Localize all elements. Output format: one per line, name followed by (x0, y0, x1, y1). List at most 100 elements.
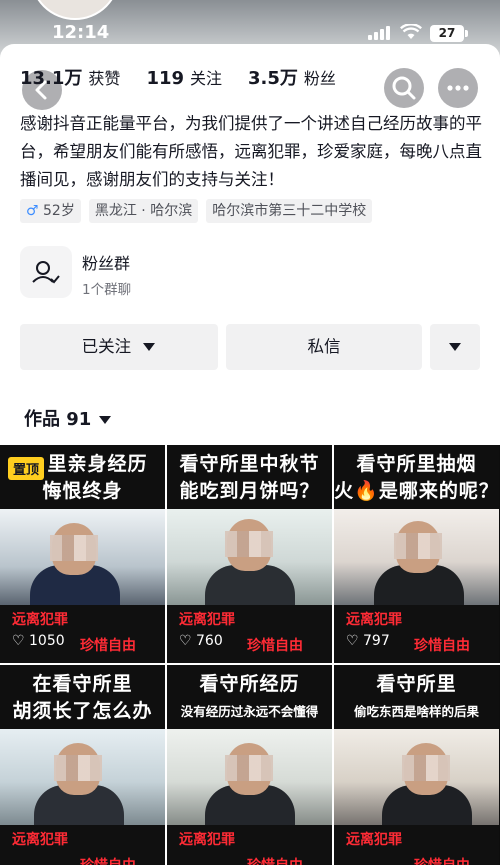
following-count[interactable]: 119 (146, 68, 184, 89)
male-icon: ♂ (26, 203, 39, 219)
video-footer: 远离犯罪 珍惜自由 (0, 825, 165, 865)
video-footer: 远离犯罪 珍惜自由 (334, 825, 499, 865)
video-footer: 远离犯罪 珍惜自由 ♡ 797 (334, 605, 499, 663)
face-mosaic (402, 755, 450, 781)
video-thumbnail[interactable]: 看守所里 偷吃东西是啥样的后果 远离犯罪 珍惜自由 (334, 665, 500, 865)
face-mosaic (50, 535, 98, 561)
person-figure (205, 565, 295, 605)
status-bar: 12:14 27 (0, 0, 500, 44)
video-thumbnail[interactable]: 在看守所里 胡须长了怎么办 远离犯罪 珍惜自由 (0, 665, 165, 865)
search-icon (392, 76, 416, 100)
caption-line: 在看守所里 (32, 673, 133, 695)
overlay-text: 远离犯罪 (12, 832, 68, 848)
school-tag[interactable]: 哈尔滨市第三十二中学校 (206, 199, 373, 223)
like-count: ♡ 760 (179, 633, 223, 649)
like-count: ♡ 797 (346, 633, 390, 649)
face-mosaic (225, 755, 273, 781)
profile-tags: ♂ 52岁 黑龙江 · 哈尔滨 哈尔滨市第三十二中学校 (20, 199, 373, 223)
heart-icon: ♡ (346, 633, 359, 649)
caption-line: 看守所里中秋节 (179, 453, 320, 475)
overlay-text: 远离犯罪 (346, 832, 402, 848)
like-value: 760 (196, 633, 223, 649)
fan-group-title: 粉丝群 (82, 254, 131, 273)
video-footer: 远离犯罪 珍惜自由 ♡ 1050 (0, 605, 165, 663)
overlay-text: 珍惜自由 (414, 855, 470, 865)
message-button[interactable]: 私信 (226, 324, 422, 370)
caption-line: 火🔥是哪来的呢？ (334, 480, 499, 502)
followers-count[interactable]: 3.5万 (248, 64, 298, 90)
overlay-text: 远离犯罪 (346, 612, 402, 628)
works-tab[interactable]: 作品 91 (24, 405, 112, 431)
face-mosaic (54, 755, 102, 781)
heart-icon: ♡ (12, 633, 25, 649)
works-count: 91 (66, 409, 92, 430)
like-value: 797 (363, 633, 390, 649)
pinned-badge: 置顶 (8, 457, 45, 480)
face-mosaic (394, 533, 442, 559)
action-bar: 已关注 私信 (20, 324, 480, 370)
works-label: 作品 (24, 409, 60, 430)
wifi-icon (399, 23, 423, 44)
caption-line: 胡须长了怎么办 (12, 700, 153, 722)
like-value: 1050 (29, 633, 65, 649)
overlay-text: 远离犯罪 (179, 612, 235, 628)
like-count: ♡ 1050 (12, 633, 65, 649)
likes-count: 13.1万 (20, 68, 83, 89)
caption-line: 能吃到月饼吗？ (179, 480, 320, 502)
location-tag: 黑龙江 · 哈尔滨 (88, 199, 199, 223)
fan-group-subtitle: 1个群聊 (82, 282, 132, 298)
caption-line: 悔恨终身 (42, 480, 123, 502)
group-icon (20, 246, 72, 298)
video-caption: 看守所里抽烟 火🔥是哪来的呢？ (334, 445, 499, 509)
caption-line: 看守所里 (376, 673, 457, 695)
overlay-text: 珍惜自由 (80, 638, 136, 654)
more-button[interactable] (438, 68, 478, 108)
video-thumbnail[interactable]: 看守所里中秋节 能吃到月饼吗？ 远离犯罪 珍惜自由 ♡ 760 (167, 445, 332, 663)
profile-bio: 感谢抖音正能量平台，为我们提供了一个讲述自己经历故事的平台，希望朋友们能有所感悟… (20, 114, 482, 189)
video-footer: 远离犯罪 珍惜自由 ♡ 760 (167, 605, 332, 663)
following-button[interactable]: 已关注 (20, 324, 218, 370)
caret-down-icon (449, 343, 461, 351)
video-frame (167, 729, 332, 825)
followers-label[interactable]: 粉丝 (304, 65, 336, 89)
caption-line: 看守所里抽烟 (356, 453, 477, 475)
likes-label: 获赞 (88, 69, 121, 88)
battery-indicator: 27 (430, 25, 468, 42)
fan-group-entry[interactable]: 粉丝群 1个群聊 (20, 246, 320, 300)
overlay-text: 珍惜自由 (80, 855, 136, 865)
status-time: 12:14 (52, 22, 110, 43)
video-caption: 在看守所里 胡须长了怎么办 (0, 665, 165, 729)
video-frame (334, 509, 499, 605)
video-caption: 看守所里中秋节 能吃到月饼吗？ (167, 445, 332, 509)
video-caption: 看守所经历 没有经历过永远不会懂得 (167, 665, 332, 729)
caption-line: 偷吃东西是啥样的后果 (353, 704, 479, 719)
heart-icon: ♡ (179, 633, 192, 649)
video-footer: 远离犯罪 珍惜自由 (167, 825, 332, 865)
more-dots-icon (447, 85, 469, 91)
overlay-text: 珍惜自由 (247, 855, 303, 865)
video-frame (167, 509, 332, 605)
video-frame (334, 729, 499, 825)
profile-stats: 13.1万 获赞 119 关注 3.5万 粉丝 (20, 64, 362, 90)
video-thumbnail[interactable]: 里亲身经历 悔恨终身 置顶 远离犯罪 珍惜自由 ♡ 1050 (0, 445, 165, 663)
caret-down-icon (98, 416, 111, 424)
search-button[interactable] (384, 68, 424, 108)
following-label[interactable]: 关注 (190, 65, 222, 89)
face-mosaic (225, 531, 273, 557)
overlay-text: 珍惜自由 (414, 638, 470, 654)
signal-icon (368, 26, 392, 40)
caret-down-icon (143, 343, 156, 351)
video-thumbnail[interactable]: 看守所里抽烟 火🔥是哪来的呢？ 远离犯罪 珍惜自由 ♡ 797 (334, 445, 500, 663)
more-actions-button[interactable] (430, 324, 480, 370)
video-caption: 看守所里 偷吃东西是啥样的后果 (334, 665, 499, 729)
video-frame (0, 729, 165, 825)
caption-line: 没有经历过永远不会懂得 (180, 704, 319, 719)
overlay-text: 远离犯罪 (12, 612, 68, 628)
age-tag: ♂ 52岁 (20, 199, 81, 223)
caption-line: 看守所经历 (199, 673, 300, 695)
video-frame (0, 509, 165, 605)
overlay-text: 远离犯罪 (179, 832, 235, 848)
overlay-text: 珍惜自由 (247, 638, 303, 654)
following-button-label: 已关注 (81, 337, 132, 356)
video-thumbnail[interactable]: 看守所经历 没有经历过永远不会懂得 远离犯罪 珍惜自由 (167, 665, 332, 865)
